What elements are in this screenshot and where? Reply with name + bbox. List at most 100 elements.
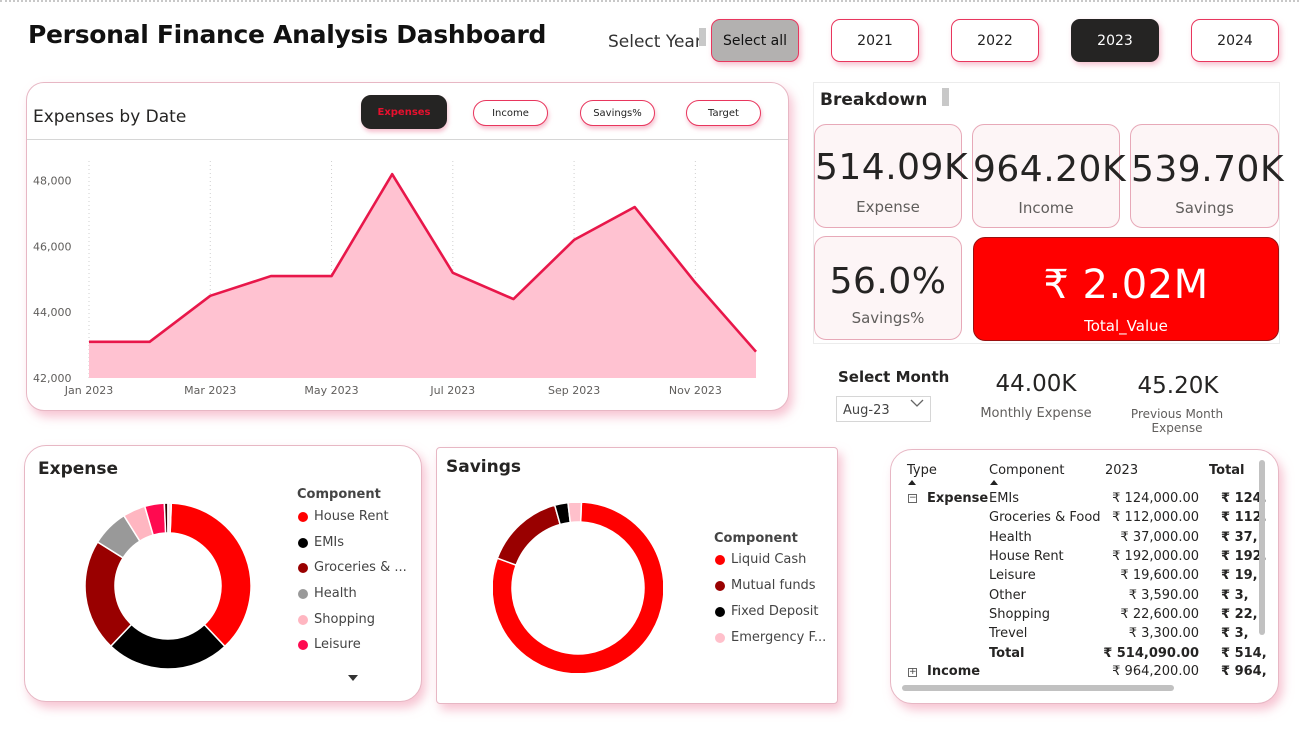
- table-vertical-scrollbar[interactable]: [1259, 460, 1265, 635]
- expense-donut-card: Expense Component House Rent EMIs Grocer…: [24, 445, 422, 702]
- column-header-type[interactable]: Type: [907, 463, 937, 478]
- table-cell-component: Leisure: [989, 568, 1036, 584]
- metric-button-expenses[interactable]: Expenses: [361, 95, 447, 129]
- savings-legend-liquid-cash[interactable]: Liquid Cash: [715, 552, 806, 567]
- donut-slice[interactable]: [169, 502, 252, 648]
- data-point[interactable]: [632, 204, 638, 210]
- savings-donut-card: Savings Component Liquid Cash Mutual fun…: [436, 447, 838, 704]
- metric-button-savings-pct[interactable]: Savings%: [580, 100, 655, 126]
- x-tick-label: Mar 2023: [184, 384, 236, 397]
- donut-slice[interactable]: [109, 623, 226, 670]
- data-point[interactable]: [86, 339, 92, 345]
- breakdown-title: Breakdown: [820, 90, 928, 110]
- year-button-2022[interactable]: 2022: [951, 19, 1039, 62]
- data-point[interactable]: [329, 273, 335, 279]
- sort-ascending-icon[interactable]: [908, 480, 916, 485]
- collapse-expense-icon[interactable]: −: [908, 494, 917, 503]
- kpi-savings-pct-label: Savings%: [851, 309, 925, 327]
- data-point[interactable]: [207, 293, 213, 299]
- table-cell-component: Health: [989, 529, 1032, 545]
- data-point[interactable]: [450, 270, 456, 276]
- income-2023-value: ₹ 964,200.00: [1112, 664, 1199, 679]
- x-tick-label: Jul 2023: [429, 384, 475, 397]
- expense-legend-leisure[interactable]: Leisure: [298, 637, 361, 652]
- subtotal-2023-value: ₹ 514,090.00: [1103, 646, 1199, 662]
- data-point[interactable]: [753, 349, 759, 355]
- table-cell-component: Trevel: [989, 626, 1028, 642]
- data-point[interactable]: [510, 296, 516, 302]
- y-tick-label: 44,000: [33, 306, 72, 319]
- expense-legend-shopping[interactable]: Shopping: [298, 612, 375, 627]
- donut-slice[interactable]: [84, 540, 133, 648]
- expense-legend-emis[interactable]: EMIs: [298, 535, 344, 550]
- kpi-income-value: 964.20K: [973, 149, 1127, 190]
- expense-donut-chart: [84, 502, 252, 670]
- kpi-income-label: Income: [1018, 199, 1074, 217]
- year-button-select-all[interactable]: Select all: [711, 19, 799, 62]
- previous-month-expense-label: Previous Month Expense: [1130, 407, 1224, 435]
- column-header-component[interactable]: Component: [989, 463, 1064, 478]
- table-cell-component: EMIs: [989, 491, 1020, 506]
- data-point[interactable]: [692, 280, 698, 286]
- savings-legend-fixed-deposit[interactable]: Fixed Deposit: [715, 604, 819, 619]
- kpi-expense-card: 514.09K Expense: [814, 124, 969, 228]
- kpi-savings-card: 539.70K Savings: [1130, 124, 1284, 228]
- year-button-2021[interactable]: 2021: [831, 19, 919, 62]
- expand-income-icon[interactable]: +: [908, 668, 917, 677]
- savings-legend-mutual-funds[interactable]: Mutual funds: [715, 578, 816, 593]
- column-header-total[interactable]: Total: [1209, 463, 1245, 478]
- data-point[interactable]: [268, 273, 274, 279]
- chevron-down-icon[interactable]: [910, 397, 924, 412]
- breakdown-scrollbar[interactable]: [942, 88, 949, 106]
- table-cell-component: House Rent: [989, 548, 1064, 564]
- savings-legend-emergency-fund[interactable]: Emergency F...: [715, 630, 826, 645]
- component-matrix-card: Type Component 2023 Total − Expense EMIs…: [890, 449, 1279, 704]
- column-header-2023[interactable]: 2023: [1105, 463, 1138, 478]
- expenses-by-date-card: Expenses by Date Expenses Income Savings…: [26, 82, 789, 411]
- expense-legend-groceries[interactable]: Groceries & ...: [298, 560, 407, 575]
- kpi-expense-value: 514.09K: [815, 147, 969, 188]
- savings-legend-title: Component: [714, 531, 798, 546]
- table-cell-2023: ₹ 3,300.00: [1128, 626, 1199, 642]
- x-tick-label: May 2023: [304, 384, 358, 397]
- year-button-2023[interactable]: 2023: [1071, 19, 1159, 62]
- data-point[interactable]: [571, 237, 577, 243]
- expense-legend-health[interactable]: Health: [298, 586, 357, 601]
- data-point[interactable]: [147, 339, 153, 345]
- table-cell-component: Other: [989, 587, 1026, 603]
- metric-button-income[interactable]: Income: [473, 100, 548, 126]
- table-horizontal-scrollbar[interactable]: [902, 685, 1174, 691]
- x-tick-label: Jan 2023: [64, 384, 113, 397]
- y-tick-label: 48,000: [33, 175, 72, 188]
- kpi-total-value: ₹ 2.02M: [1043, 262, 1209, 308]
- table-cell-2023: ₹ 19,600.00: [1120, 568, 1199, 584]
- y-tick-label: 46,000: [33, 240, 72, 253]
- table-cell-total: ₹ 22,: [1221, 606, 1258, 622]
- savings-donut-chart: [493, 503, 663, 673]
- year-filter-scrollbar[interactable]: [699, 28, 706, 46]
- expense-donut-title: Expense: [38, 459, 119, 479]
- table-cell-component: Groceries & Food: [989, 510, 1101, 526]
- top-border: [0, 0, 1299, 3]
- kpi-total-label: Total_Value: [1084, 317, 1168, 335]
- x-tick-label: Sep 2023: [548, 384, 600, 397]
- year-button-2024[interactable]: 2024: [1191, 19, 1279, 62]
- subtotal-label: Total: [989, 646, 1025, 662]
- metric-button-target[interactable]: Target: [686, 100, 761, 126]
- data-point[interactable]: [389, 171, 395, 177]
- area-fill: [89, 174, 756, 378]
- table-cell-component: Shopping: [989, 606, 1051, 622]
- expenses-area-chart: 42,00044,00046,00048,000Jan 2023 Mar 2023…: [33, 161, 759, 397]
- month-filter-title: Select Month: [838, 368, 950, 386]
- sort-ascending-icon[interactable]: [990, 480, 998, 485]
- donut-slice[interactable]: [567, 503, 583, 524]
- group-expense-label: Expense: [927, 491, 989, 506]
- legend-more-arrow-icon[interactable]: [348, 675, 358, 681]
- donut-slice[interactable]: [496, 504, 562, 567]
- kpi-expense-label: Expense: [856, 198, 920, 216]
- donut-slice[interactable]: [167, 502, 173, 534]
- table-cell-total: ₹ 37,: [1221, 529, 1258, 545]
- kpi-income-card: 964.20K Income: [972, 124, 1127, 228]
- monthly-expense-label: Monthly Expense: [980, 406, 1092, 421]
- expense-legend-house-rent[interactable]: House Rent: [298, 509, 389, 524]
